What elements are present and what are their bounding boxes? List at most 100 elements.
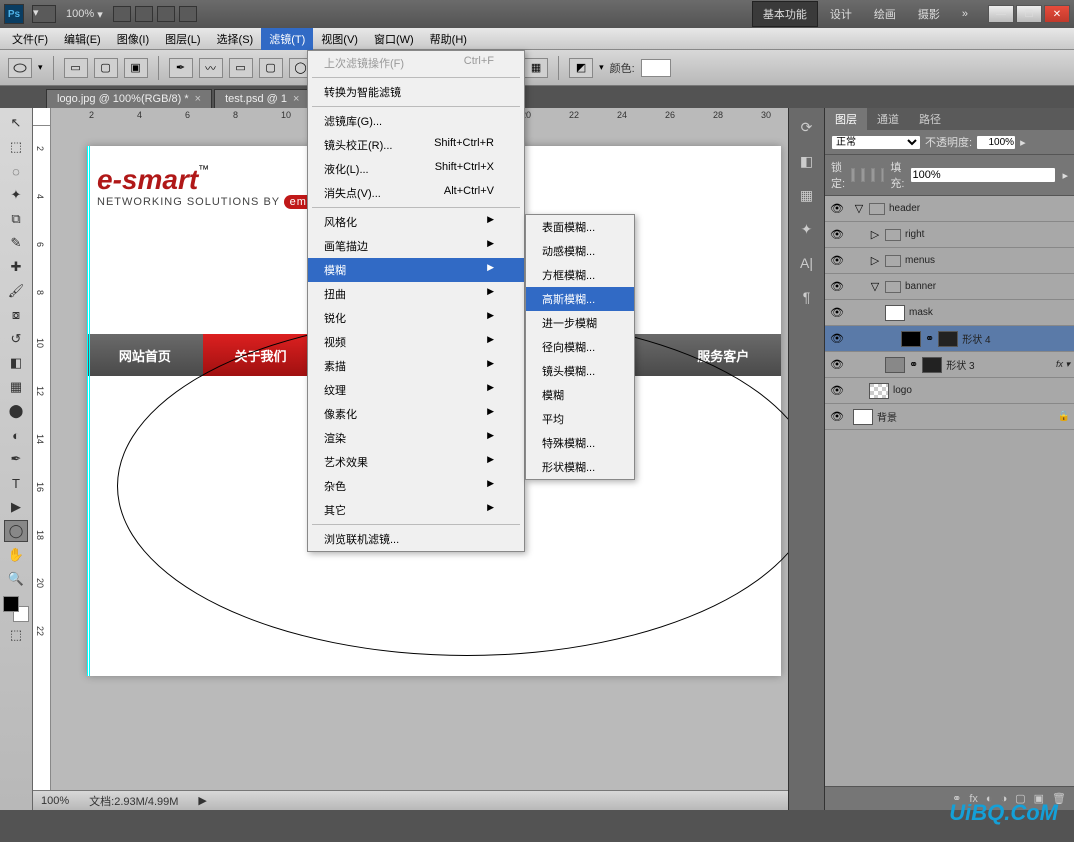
visibility-icon[interactable]: 👁 [829, 201, 845, 217]
menu-item[interactable]: 素描▶ [308, 354, 524, 378]
guide-vertical[interactable] [89, 146, 90, 676]
layer-name[interactable]: 背景 [877, 409, 897, 424]
pen-tool[interactable]: ✒ [4, 448, 28, 470]
history-brush-tool[interactable]: ↺ [4, 328, 28, 350]
stamp-tool[interactable]: ⧇ [4, 304, 28, 326]
layer-thumb[interactable] [853, 409, 873, 425]
menu-item[interactable]: 扭曲▶ [308, 282, 524, 306]
blur-submenu[interactable]: 表面模糊...动感模糊...方框模糊...高斯模糊...进一步模糊径向模糊...… [525, 214, 635, 480]
layer-name[interactable]: banner [905, 281, 936, 292]
layer-row[interactable]: 👁⚭形状 4 [825, 326, 1074, 352]
document-tab[interactable]: logo.jpg @ 100%(RGB/8) *× [46, 89, 212, 108]
layer-thumb[interactable] [885, 357, 905, 373]
gradient-tool[interactable]: ▦ [4, 376, 28, 398]
blend-mode-select[interactable]: 正常 [831, 135, 921, 150]
menu-6[interactable]: 视图(V) [313, 28, 366, 50]
layer-thumb[interactable] [885, 305, 905, 321]
fill-pixels-icon[interactable]: ▣ [124, 58, 148, 78]
menu-item[interactable]: 艺术效果▶ [308, 450, 524, 474]
fill-input[interactable] [910, 167, 1056, 183]
extras-icon[interactable] [157, 6, 175, 22]
menu-7[interactable]: 窗口(W) [366, 28, 422, 50]
ruler-origin[interactable] [33, 108, 51, 126]
history-panel-icon[interactable]: ⟳ [796, 116, 818, 138]
filter-menu[interactable]: 上次滤镜操作(F)Ctrl+F转换为智能滤镜滤镜库(G)...镜头校正(R)..… [307, 50, 525, 552]
foreground-background-colors[interactable] [3, 596, 29, 622]
menu-item[interactable]: 平均 [526, 407, 634, 431]
ellipse-shape-tool[interactable]: ◯ [4, 520, 28, 542]
menu-item[interactable]: 进一步模糊 [526, 311, 634, 335]
document-tab[interactable]: test.psd @ 1× [214, 89, 310, 108]
menu-item[interactable]: 渲染▶ [308, 426, 524, 450]
eraser-tool[interactable]: ◧ [4, 352, 28, 374]
color-swatch[interactable] [641, 59, 671, 77]
lock-position-icon[interactable] [871, 168, 875, 182]
visibility-icon[interactable]: 👁 [829, 357, 845, 373]
workspace-more[interactable]: » [952, 4, 978, 24]
healing-tool[interactable]: ✚ [4, 256, 28, 278]
wand-tool[interactable]: ✦ [4, 184, 28, 206]
layer-thumb[interactable] [901, 331, 921, 347]
link-icon[interactable]: ⚭ [925, 332, 934, 345]
layer-row[interactable]: 👁 ▷ right [825, 222, 1074, 248]
maximize-button[interactable]: ☐ [1016, 5, 1042, 23]
guides-icon[interactable] [179, 6, 197, 22]
opacity-input[interactable] [976, 135, 1016, 150]
layer-row[interactable]: 👁⚭形状 3fx ▾ [825, 352, 1074, 378]
workspace-design[interactable]: 设计 [820, 2, 862, 26]
menu-item[interactable]: 高斯模糊... [526, 287, 634, 311]
type-tool[interactable]: T [4, 472, 28, 494]
menu-item[interactable]: 视频▶ [308, 330, 524, 354]
tab-paths[interactable]: 路径 [909, 108, 951, 130]
zoom-tool[interactable]: 🔍 [4, 568, 28, 590]
workspace-basic[interactable]: 基本功能 [752, 1, 818, 27]
crop-tool[interactable]: ⧉ [4, 208, 28, 230]
layer-name[interactable]: 形状 3 [946, 357, 974, 372]
visibility-icon[interactable]: 👁 [829, 279, 845, 295]
menu-item[interactable]: 镜头校正(R)...Shift+Ctrl+R [308, 133, 524, 157]
menu-item[interactable]: 特殊模糊... [526, 431, 634, 455]
status-zoom[interactable]: 100% [41, 795, 69, 807]
tab-channels[interactable]: 通道 [867, 108, 909, 130]
menu-item[interactable]: 镜头模糊... [526, 359, 634, 383]
fx-badge[interactable]: fx ▾ [1056, 359, 1070, 370]
blur-tool[interactable]: ⬤ [4, 400, 28, 422]
fold-icon[interactable]: ▷ [869, 228, 881, 241]
freeform-pen-icon[interactable]: 〰 [199, 58, 223, 78]
marquee-tool[interactable]: ⬚ [4, 136, 28, 158]
pen-icon[interactable]: ✒ [169, 58, 193, 78]
menu-2[interactable]: 图像(I) [109, 28, 157, 50]
menu-5[interactable]: 滤镜(T) [261, 28, 313, 50]
styles-panel-icon[interactable]: ✦ [796, 218, 818, 240]
fold-icon[interactable]: ▽ [869, 280, 881, 293]
menu-item[interactable]: 转换为智能滤镜 [308, 80, 524, 104]
layer-name[interactable]: menus [905, 255, 935, 266]
rounded-rect-icon[interactable]: ▢ [259, 58, 283, 78]
lock-transparent-icon[interactable] [851, 168, 855, 182]
menu-item[interactable]: 浏览联机滤镜... [308, 527, 524, 551]
minimize-button[interactable]: — [988, 5, 1014, 23]
status-doc-size[interactable]: 文档:2.93M/4.99M [89, 793, 178, 809]
layer-name[interactable]: 形状 4 [962, 331, 990, 346]
menu-item[interactable]: 动感模糊... [526, 239, 634, 263]
color-panel-icon[interactable]: ◧ [796, 150, 818, 172]
menu-item[interactable]: 模糊▶ [308, 258, 524, 282]
layer-name[interactable]: right [905, 229, 924, 240]
rect-icon[interactable]: ▭ [229, 58, 253, 78]
menu-item[interactable]: 模糊 [526, 383, 634, 407]
opacity-flyout-icon[interactable]: ▸ [1020, 136, 1026, 149]
shape-layers-icon[interactable]: ▭ [64, 58, 88, 78]
layer-name[interactable]: logo [893, 385, 912, 396]
quickmask-icon[interactable]: ⬚ [4, 624, 28, 646]
layer-thumb[interactable] [869, 383, 889, 399]
visibility-icon[interactable]: 👁 [829, 227, 845, 243]
layer-row[interactable]: 👁logo [825, 378, 1074, 404]
layer-row[interactable]: 👁▽header [825, 196, 1074, 222]
menu-3[interactable]: 图层(L) [157, 28, 208, 50]
zoom-level[interactable]: 100% [66, 8, 94, 20]
menu-item[interactable]: 画笔描边▶ [308, 234, 524, 258]
layers-list[interactable]: 👁▽header👁▷right👁▷menus👁▽banner👁mask👁⚭形状 … [825, 196, 1074, 786]
screen-mode-icon[interactable] [135, 6, 153, 22]
path-select-tool[interactable]: ▶ [4, 496, 28, 518]
fold-icon[interactable]: ▽ [853, 202, 865, 215]
